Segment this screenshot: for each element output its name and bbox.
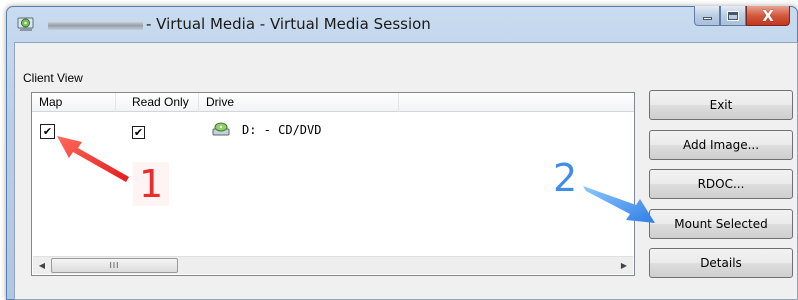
window-title: - Virtual Media - Virtual Media Session xyxy=(146,15,431,33)
read-only-checkbox[interactable]: ✔ xyxy=(132,126,145,139)
add-image-button[interactable]: Add Image... xyxy=(649,130,793,160)
caption-buttons: X xyxy=(694,6,790,27)
close-button[interactable]: X xyxy=(746,6,790,26)
drive-name: D: - CD/DVD xyxy=(242,123,322,137)
virtual-media-icon xyxy=(17,17,34,31)
scrollbar-thumb[interactable]: III xyxy=(51,258,178,273)
drive-list[interactable]: Map Read Only Drive ✔ ✔ D: - CD/DVD ◀ II… xyxy=(31,92,635,276)
cd-drive-icon xyxy=(212,122,230,136)
rdoc-button[interactable]: RDOC... xyxy=(649,169,793,199)
scroll-right-icon[interactable]: ▶ xyxy=(615,257,633,274)
step-2-label: 2 xyxy=(553,156,578,200)
exit-button[interactable]: Exit xyxy=(649,90,793,120)
mount-selected-button[interactable]: Mount Selected xyxy=(649,209,793,239)
details-button[interactable]: Details xyxy=(649,248,793,278)
client-view-label: Client View xyxy=(23,71,83,85)
map-checkbox[interactable]: ✔ xyxy=(40,124,55,139)
close-icon: X xyxy=(762,6,774,25)
table-row[interactable]: ✔ ✔ D: - CD/DVD xyxy=(32,120,634,140)
column-header-map[interactable]: Map xyxy=(32,93,116,112)
maximize-icon xyxy=(727,10,739,21)
list-header: Map Read Only Drive xyxy=(32,93,634,112)
horizontal-scrollbar[interactable]: ◀ III ▶ xyxy=(33,256,633,274)
maximize-button[interactable] xyxy=(720,6,746,26)
step-1-label: 1 xyxy=(133,162,170,206)
minimize-icon xyxy=(702,17,712,20)
title-bar: - Virtual Media - Virtual Media Session … xyxy=(6,6,798,42)
redacted-host-name xyxy=(48,21,143,30)
minimize-button[interactable] xyxy=(694,6,720,26)
column-header-read-only[interactable]: Read Only xyxy=(116,93,199,112)
column-header-drive[interactable]: Drive xyxy=(199,93,399,112)
scroll-left-icon[interactable]: ◀ xyxy=(33,257,51,274)
